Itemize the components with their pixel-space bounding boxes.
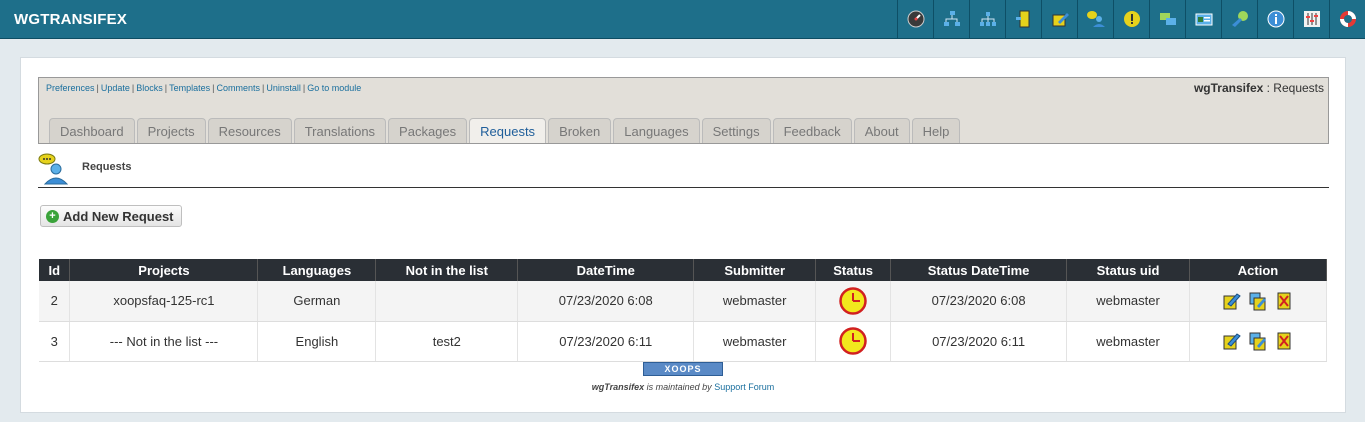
tab-requests[interactable]: Requests [469,118,547,143]
add-new-request-label: Add New Request [63,208,174,224]
header-status-datetime: Status DateTime [890,259,1068,281]
go-to-module-link[interactable]: Go to module [307,83,361,93]
table-row: 3 --- Not in the list --- English test2 … [39,321,1327,362]
cell-language: German [257,281,377,322]
cell-language: English [257,321,377,362]
header-languages: Languages [257,259,377,281]
delete-icon[interactable] [1275,291,1293,311]
support-forum-link[interactable]: Support Forum [714,382,774,392]
header-id: Id [39,259,71,281]
cell-submitter: webmaster [693,281,817,322]
cell-status-datetime: 07/23/2020 6:08 [890,281,1068,322]
add-new-request-button[interactable]: + Add New Request [40,205,182,227]
tab-resources[interactable]: Resources [207,118,292,143]
resources-network-icon[interactable] [969,0,1005,38]
header-action: Action [1189,259,1327,281]
page-title: Requests [82,161,132,173]
tab-about[interactable]: About [853,118,910,143]
languages-chat-icon[interactable] [1149,0,1185,38]
projects-tree-icon[interactable] [933,0,969,38]
clone-icon[interactable] [1249,291,1267,311]
cell-id: 3 [39,321,71,362]
footer-module-name: wgTransifex [591,382,645,392]
tab-settings[interactable]: Settings [701,118,771,143]
comments-link[interactable]: Comments [216,83,260,93]
table-header-row: Id Projects Languages Not in the list Da… [39,259,1327,281]
cell-not-in-list: test2 [375,321,519,362]
update-link[interactable]: Update [101,83,130,93]
requests-table: Id Projects Languages Not in the list Da… [39,259,1327,362]
top-toolbar [897,0,1365,38]
module-title-suffix: : Requests [1263,81,1324,95]
xoops-badge[interactable]: XOOPS [643,362,723,376]
edit-icon[interactable] [1223,291,1242,311]
cell-project: xoopsfaq-125-rc1 [69,281,259,322]
add-plus-icon: + [46,209,59,223]
blocks-link[interactable]: Blocks [136,83,163,93]
cell-project: --- Not in the list --- [69,321,259,362]
translations-door-icon[interactable] [1005,0,1041,38]
tab-projects[interactable]: Projects [136,118,206,143]
cell-action [1189,281,1327,322]
clock-icon [839,287,867,315]
content-panel: Preferences | Update | Blocks | Templates | Comm… [20,57,1346,413]
cell-status [815,281,892,322]
header-not-in-list: Not in the list [375,259,519,281]
broken-alert-icon[interactable] [1113,0,1149,38]
cell-status [815,321,892,362]
tab-feedback[interactable]: Feedback [772,118,852,143]
tab-broken[interactable]: Broken [548,118,612,143]
cell-datetime: 07/23/2020 6:08 [517,281,695,322]
cell-status-datetime: 07/23/2020 6:11 [890,321,1068,362]
header-projects: Projects [69,259,259,281]
tab-languages[interactable]: Languages [613,118,700,143]
packages-edit-icon[interactable] [1041,0,1077,38]
tab-translations[interactable]: Translations [293,118,387,143]
settings-card-icon[interactable] [1185,0,1221,38]
module-name: wgTransifex [1193,81,1264,95]
header-status: Status [815,259,892,281]
uninstall-link[interactable]: Uninstall [266,83,301,93]
admin-module-title: wgTransifex : Requests [1194,81,1324,95]
cell-submitter: webmaster [693,321,817,362]
footer-text: is maintained by [644,382,715,392]
cell-action [1189,321,1327,362]
admin-menu-box: Preferences | Update | Blocks | Templates | Comm… [38,77,1329,144]
app-title[interactable]: WGTRANSIFEX [14,11,127,28]
module-footer: XOOPS wgTransifex is maintained by Suppo… [21,360,1345,392]
table-row: 2 xoopsfaq-125-rc1 German 07/23/2020 6:0… [39,281,1327,322]
header-submitter: Submitter [693,259,817,281]
tab-packages[interactable]: Packages [388,118,468,143]
help-lifebuoy-icon[interactable] [1329,0,1365,38]
feedback-satellite-icon[interactable] [1221,0,1257,38]
requests-user-icon[interactable] [1077,0,1113,38]
cell-datetime: 07/23/2020 6:11 [517,321,695,362]
edit-icon[interactable] [1223,331,1242,351]
requests-user-icon [38,153,68,185]
top-header: WGTRANSIFEX [0,0,1365,39]
page-header: Requests [38,153,1329,188]
cell-not-in-list [375,281,519,322]
admin-links: Preferences | Update | Blocks | Templates | Comm… [46,83,362,93]
cell-status-uid: webmaster [1066,281,1190,322]
cell-id: 2 [39,281,71,322]
delete-icon[interactable] [1275,331,1293,351]
cell-status-uid: webmaster [1066,321,1190,362]
dashboard-gauge-icon[interactable] [897,0,933,38]
header-status-uid: Status uid [1066,259,1190,281]
tab-dashboard[interactable]: Dashboard [49,118,135,143]
preferences-sliders-icon[interactable] [1293,0,1329,38]
admin-tabs: Dashboard Projects Resources Translation… [49,118,962,143]
clone-icon[interactable] [1249,331,1267,351]
clock-icon [839,327,867,355]
tab-help[interactable]: Help [911,118,961,143]
preferences-link[interactable]: Preferences [46,83,95,93]
maintained-by: wgTransifex is maintained by Support For… [21,382,1345,392]
templates-link[interactable]: Templates [169,83,210,93]
about-info-icon[interactable] [1257,0,1293,38]
header-datetime: DateTime [517,259,695,281]
